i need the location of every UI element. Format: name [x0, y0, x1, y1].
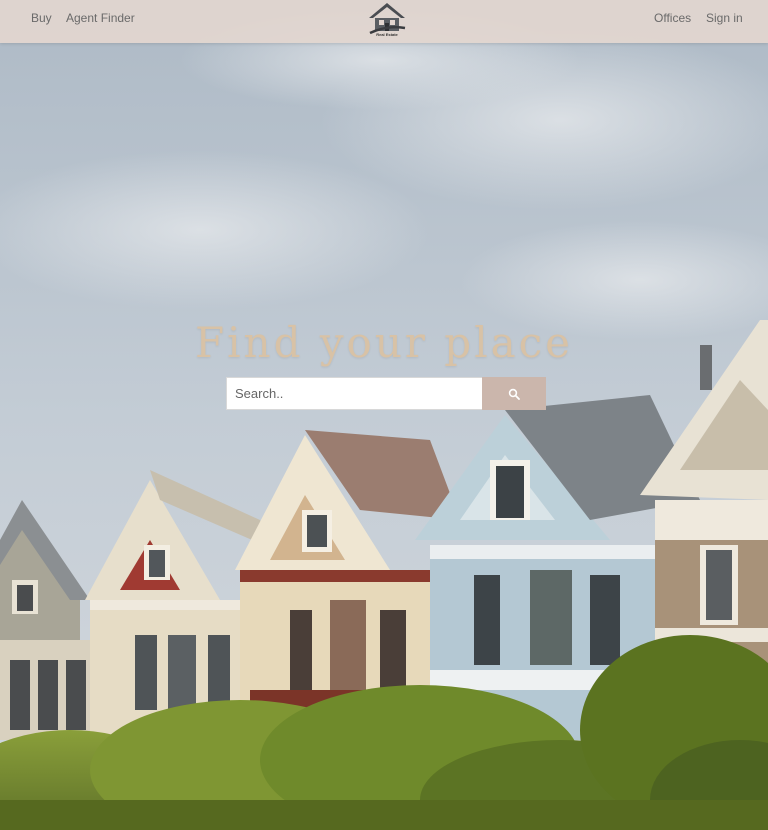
top-navigation: Buy Agent Finder Real Estate Offices Sig… [0, 0, 768, 43]
nav-offices-link[interactable]: Offices [654, 11, 691, 25]
search-icon [508, 388, 520, 400]
search-input[interactable] [226, 377, 482, 410]
nav-sign-in-link[interactable]: Sign in [706, 11, 743, 25]
nav-agent-finder-link[interactable]: Agent Finder [66, 11, 135, 25]
logo-text: Real Estate [376, 32, 398, 37]
search-button[interactable] [482, 377, 546, 410]
victorian-houses-image [0, 0, 768, 830]
hero-headline: Find your place [194, 318, 574, 367]
logo-house-glyph [369, 3, 406, 35]
hero-background [0, 0, 768, 830]
search-bar [226, 377, 546, 410]
nav-buy-link[interactable]: Buy [31, 11, 52, 25]
house-logo-icon[interactable]: Real Estate [366, 1, 408, 41]
